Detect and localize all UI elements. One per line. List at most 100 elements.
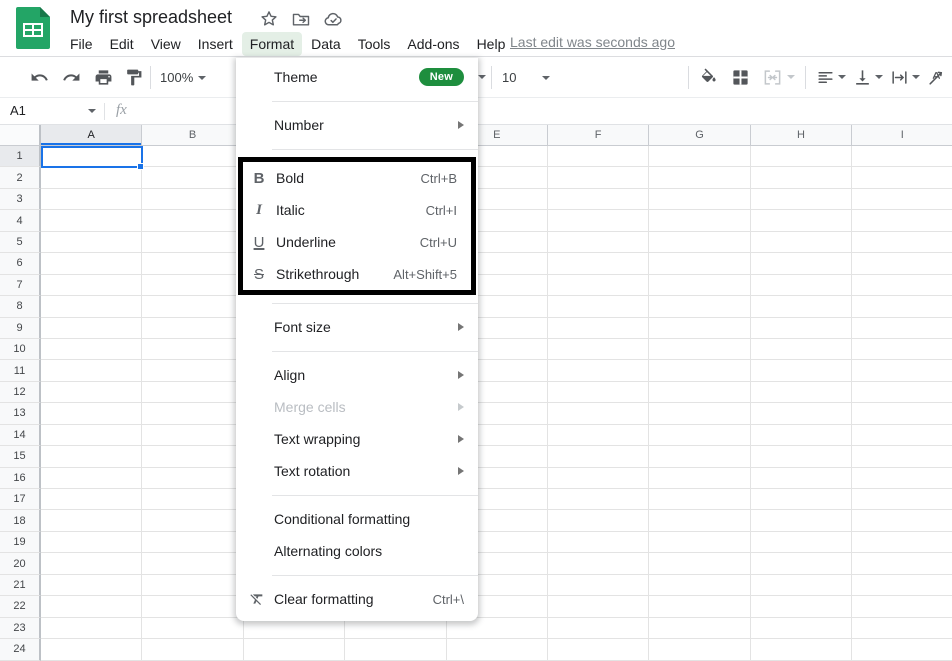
cell-b23[interactable] [142,618,243,639]
name-box-chevron-icon[interactable] [88,109,96,113]
cell-i13[interactable] [852,403,952,424]
row-header-4[interactable]: 4 [0,210,41,231]
cell-a22[interactable] [41,596,142,617]
cell-a13[interactable] [41,403,142,424]
cell-a2[interactable] [41,167,142,188]
cell-b4[interactable] [142,210,243,231]
cell-h6[interactable] [751,253,852,274]
cell-a14[interactable] [41,425,142,446]
cell-b15[interactable] [142,446,243,467]
cell-g23[interactable] [649,618,750,639]
star-icon[interactable] [258,8,280,30]
row-header-18[interactable]: 18 [0,510,41,531]
cell-g15[interactable] [649,446,750,467]
row-header-17[interactable]: 17 [0,489,41,510]
cell-f2[interactable] [548,167,649,188]
cell-a5[interactable] [41,232,142,253]
cell-a16[interactable] [41,468,142,489]
row-header-6[interactable]: 6 [0,253,41,274]
cell-h12[interactable] [751,382,852,403]
menubar-item-edit[interactable]: Edit [102,32,142,56]
cell-b2[interactable] [142,167,243,188]
row-header-15[interactable]: 15 [0,446,41,467]
redo-icon[interactable] [58,65,84,90]
cell-a10[interactable] [41,339,142,360]
cell-g13[interactable] [649,403,750,424]
cell-f3[interactable] [548,189,649,210]
cell-a7[interactable] [41,275,142,296]
name-box[interactable]: A1 [10,103,26,118]
borders-icon[interactable] [727,65,753,90]
cell-i8[interactable] [852,296,952,317]
column-header-i[interactable]: I [852,125,952,146]
column-header-f[interactable]: F [548,125,649,146]
cell-b20[interactable] [142,553,243,574]
print-icon[interactable] [90,65,116,90]
cell-g18[interactable] [649,510,750,531]
cell-a1[interactable] [41,146,142,167]
cell-i14[interactable] [852,425,952,446]
column-header-a[interactable]: A [41,125,142,146]
cell-f10[interactable] [548,339,649,360]
cell-g20[interactable] [649,553,750,574]
menu-item-text-wrapping[interactable]: Text wrapping [236,423,478,455]
cell-b17[interactable] [142,489,243,510]
cell-a3[interactable] [41,189,142,210]
cell-a12[interactable] [41,382,142,403]
column-header-h[interactable]: H [751,125,852,146]
cell-f21[interactable] [548,575,649,596]
cell-h23[interactable] [751,618,852,639]
undo-icon[interactable] [26,65,52,90]
cell-h9[interactable] [751,318,852,339]
menu-item-italic[interactable]: IItalicCtrl+I [243,194,471,226]
cell-a8[interactable] [41,296,142,317]
cell-h7[interactable] [751,275,852,296]
cell-b6[interactable] [142,253,243,274]
cell-h10[interactable] [751,339,852,360]
menubar-item-file[interactable]: File [62,32,101,56]
cell-h4[interactable] [751,210,852,231]
cell-h22[interactable] [751,596,852,617]
menu-item-number[interactable]: Number [236,109,478,141]
row-header-13[interactable]: 13 [0,403,41,424]
cell-h19[interactable] [751,532,852,553]
page-title[interactable]: My first spreadsheet [70,7,232,28]
cell-i3[interactable] [852,189,952,210]
cell-h17[interactable] [751,489,852,510]
menubar-item-view[interactable]: View [143,32,189,56]
cell-a18[interactable] [41,510,142,531]
column-header-b[interactable]: B [142,125,243,146]
cell-i15[interactable] [852,446,952,467]
cell-a21[interactable] [41,575,142,596]
menu-item-text-rotation[interactable]: Text rotation [236,455,478,487]
cell-i9[interactable] [852,318,952,339]
cell-b8[interactable] [142,296,243,317]
cell-b1[interactable] [142,146,243,167]
row-header-23[interactable]: 23 [0,618,41,639]
cell-g17[interactable] [649,489,750,510]
text-wrapping-chevron-icon[interactable] [912,75,920,79]
row-header-12[interactable]: 12 [0,382,41,403]
cell-b16[interactable] [142,468,243,489]
menu-item-conditional-formatting[interactable]: Conditional formatting [236,503,478,535]
row-header-8[interactable]: 8 [0,296,41,317]
cell-g2[interactable] [649,167,750,188]
fill-color-icon[interactable] [695,65,721,90]
select-all-corner[interactable] [0,125,41,146]
cell-f5[interactable] [548,232,649,253]
cell-g7[interactable] [649,275,750,296]
cell-f9[interactable] [548,318,649,339]
cell-h8[interactable] [751,296,852,317]
cell-h11[interactable] [751,360,852,381]
row-header-22[interactable]: 22 [0,596,41,617]
cell-i11[interactable] [852,360,952,381]
cell-g8[interactable] [649,296,750,317]
cell-g1[interactable] [649,146,750,167]
cell-i4[interactable] [852,210,952,231]
fill-handle[interactable] [137,163,144,170]
text-wrapping-icon[interactable] [886,65,912,90]
cell-i21[interactable] [852,575,952,596]
cell-f7[interactable] [548,275,649,296]
cell-f23[interactable] [548,618,649,639]
row-header-21[interactable]: 21 [0,575,41,596]
